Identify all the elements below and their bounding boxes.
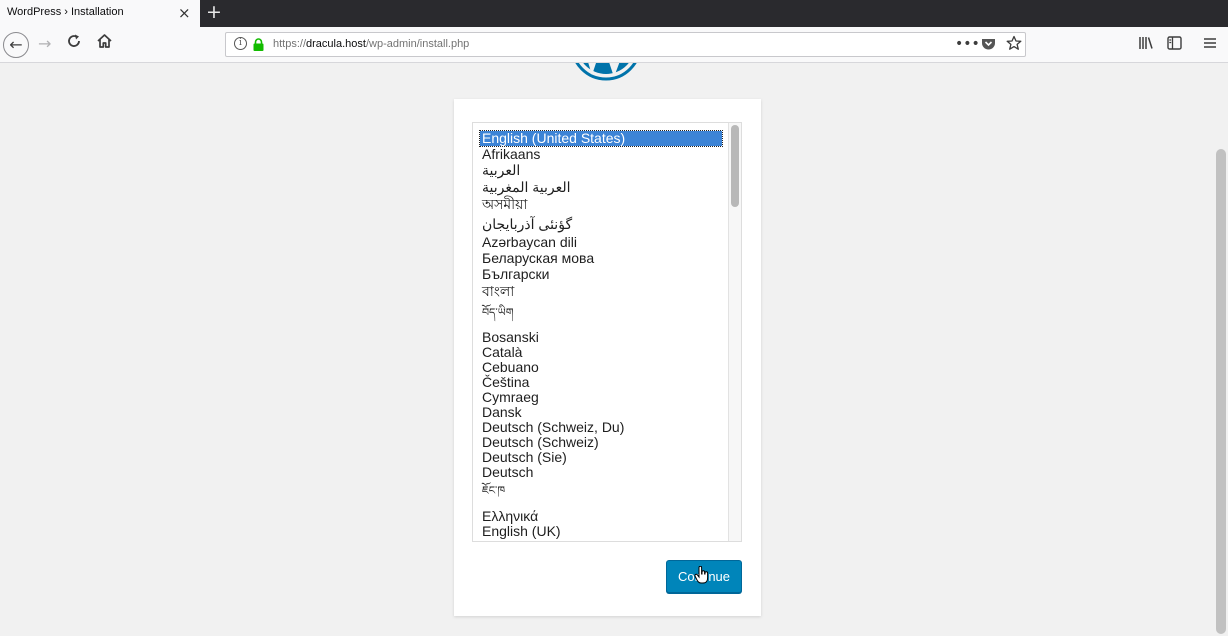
language-option[interactable]: Čeština xyxy=(480,375,722,390)
language-option[interactable]: Deutsch (Sie) xyxy=(480,450,722,465)
language-option[interactable]: Deutsch xyxy=(480,465,722,480)
page-scrollbar[interactable] xyxy=(1214,63,1228,636)
tab-wordpress-installation[interactable]: WordPress › Installation × xyxy=(0,0,200,27)
language-option[interactable]: Ελληνικά xyxy=(480,508,722,524)
language-option[interactable]: ཇོང་ཁ xyxy=(480,480,722,508)
language-option[interactable]: Беларуская мова xyxy=(480,250,722,266)
url-path: /wp-admin/install.php xyxy=(365,38,470,50)
bookmark-star-icon[interactable] xyxy=(1006,35,1022,56)
forward-icon[interactable]: → xyxy=(38,34,51,54)
language-option[interactable]: Dansk xyxy=(480,405,722,420)
language-option[interactable]: English (UK) xyxy=(480,524,722,539)
new-tab-icon[interactable]: + xyxy=(206,1,222,23)
language-option[interactable]: گؤنئی آذربایجان xyxy=(480,215,722,234)
language-option[interactable]: བོད་ཡིག xyxy=(480,300,722,330)
language-select-card: English (United States) Afrikaans العربي… xyxy=(454,99,761,616)
language-option[interactable]: বাংলা xyxy=(480,282,722,300)
sidebar-icon[interactable] xyxy=(1167,35,1182,55)
url-text: https://dracula.host/wp-admin/install.ph… xyxy=(273,38,469,50)
url-host: dracula.host xyxy=(306,38,366,50)
language-option[interactable]: العربية xyxy=(480,162,722,179)
language-option[interactable]: العربية المغربية xyxy=(480,179,722,196)
language-option[interactable]: Deutsch (Schweiz, Du) xyxy=(480,420,722,435)
language-option[interactable]: Cymraeg xyxy=(480,390,722,405)
tab-close-icon[interactable]: × xyxy=(178,3,191,23)
wordpress-logo-icon xyxy=(570,63,642,83)
language-option[interactable]: Afrikaans xyxy=(480,146,722,162)
hand-cursor-icon xyxy=(694,566,709,584)
lock-icon[interactable] xyxy=(253,38,264,51)
library-icon[interactable] xyxy=(1138,35,1154,55)
language-option[interactable]: Cebuano xyxy=(480,360,722,375)
back-icon[interactable]: ← xyxy=(3,32,29,58)
home-icon[interactable] xyxy=(96,33,113,54)
language-option[interactable]: Azərbaycan dili xyxy=(480,234,722,250)
language-option[interactable]: Deutsch (Schweiz) xyxy=(480,435,722,450)
language-option[interactable]: Bosanski xyxy=(480,330,722,345)
url-scheme: https:// xyxy=(273,38,307,50)
info-icon[interactable]: i xyxy=(234,37,247,50)
language-list-scrollbar-thumb[interactable] xyxy=(731,125,739,207)
page-actions-icon[interactable]: ••• xyxy=(955,34,980,54)
tab-bar: WordPress › Installation × + xyxy=(0,0,1228,27)
tab-title: WordPress › Installation xyxy=(7,6,124,18)
language-option[interactable]: Català xyxy=(480,345,722,360)
page-scrollbar-thumb[interactable] xyxy=(1216,149,1226,634)
language-option[interactable]: অসমীয়া xyxy=(480,196,722,215)
menu-icon[interactable] xyxy=(1203,35,1217,55)
language-option-selected[interactable]: English (United States) xyxy=(479,130,723,147)
nav-toolbar: ← → i https://dracula.host/wp-admin/inst… xyxy=(0,27,1228,63)
reload-icon[interactable] xyxy=(66,33,82,54)
language-list: English (United States) Afrikaans العربي… xyxy=(479,130,723,539)
pocket-icon[interactable] xyxy=(981,36,996,56)
language-listbox[interactable]: English (United States) Afrikaans العربي… xyxy=(472,122,742,542)
url-bar[interactable]: i https://dracula.host/wp-admin/install.… xyxy=(225,32,1026,57)
language-option[interactable]: Български xyxy=(480,266,722,282)
language-list-scrollbar[interactable] xyxy=(728,123,741,541)
